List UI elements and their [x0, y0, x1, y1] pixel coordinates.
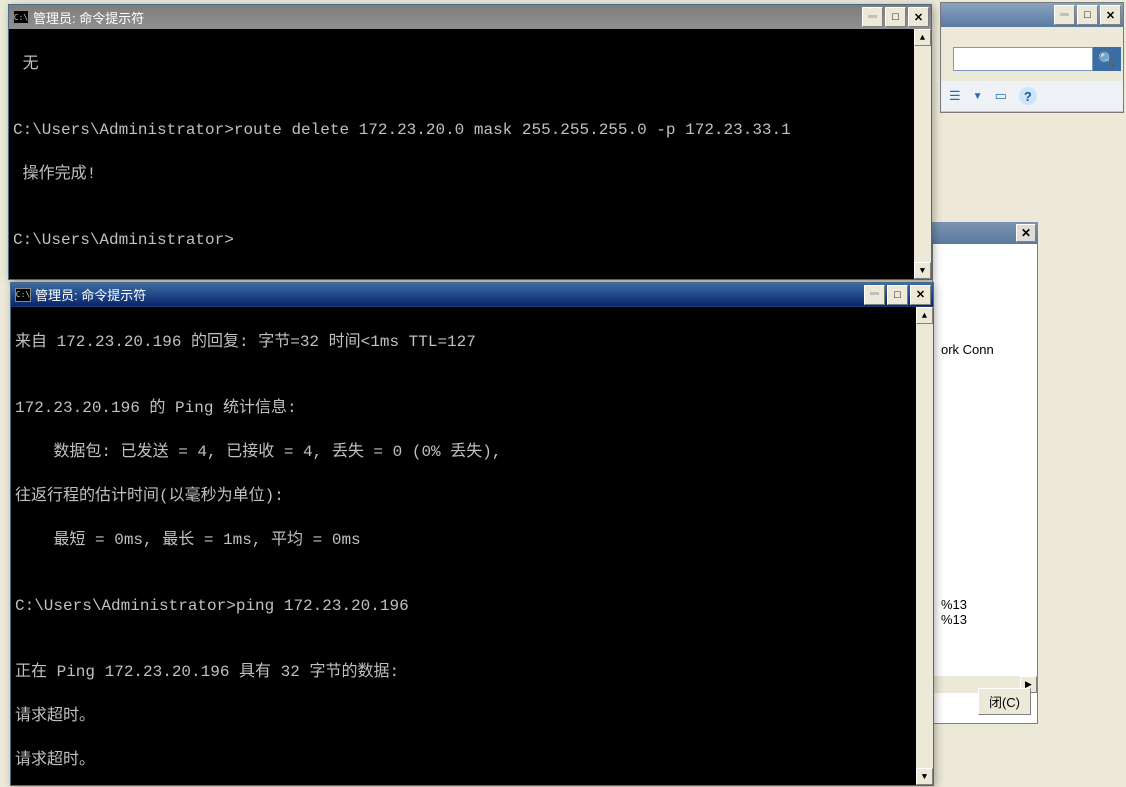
cmd2-titlebar[interactable]: C:\ 管理员: 命令提示符 □ ✕ — [11, 283, 933, 307]
cmd1-titlebar[interactable]: C:\ 管理员: 命令提示符 □ ✕ — [9, 5, 931, 29]
cmd2-line: C:\Users\Administrator>ping 172.23.20.19… — [15, 595, 915, 617]
cmd2-line: 请求超时。 — [15, 749, 915, 771]
cmd2-output: 来自 172.23.20.196 的回复: 字节=32 时间<1ms TTL=1… — [11, 307, 933, 785]
cmd2-line: 172.23.20.196 的 Ping 统计信息: — [15, 397, 915, 419]
view-icon[interactable]: ▭ — [995, 88, 1007, 104]
scrollbar-up-button[interactable]: ▲ — [914, 29, 931, 46]
cmd-icon: C:\ — [13, 10, 29, 24]
dialog-close-button[interactable]: ✕ — [1016, 224, 1036, 242]
cmd1-line: 操作完成! — [13, 163, 913, 185]
scrollbar-down-button[interactable]: ▼ — [914, 262, 931, 279]
minimize-button[interactable] — [1054, 5, 1075, 25]
cmd2-line: 往返行程的估计时间(以毫秒为单位): — [15, 485, 915, 507]
cmd2-line: 请求超时。 — [15, 705, 915, 727]
dialog-pct-1: %13 — [941, 597, 1029, 612]
cmd-window-2: C:\ 管理员: 命令提示符 □ ✕ 来自 172.23.20.196 的回复:… — [10, 282, 934, 786]
search-button[interactable]: 🔍 — [1093, 47, 1121, 71]
dialog-titlebar: ✕ — [932, 222, 1038, 244]
dialog-close-action-button[interactable]: 闭(C) — [978, 688, 1031, 715]
cmd2-line: 数据包: 已发送 = 4, 已接收 = 4, 丢失 = 0 (0% 丢失), — [15, 441, 915, 463]
organize-icon[interactable]: ☰ — [949, 88, 961, 104]
network-dialog: ✕ ork Conn %13 %13 ▶ 闭(C) — [932, 222, 1038, 724]
cmd2-scrollbar[interactable]: ▲ ▼ — [916, 307, 933, 785]
cmd1-output: 无 C:\Users\Administrator>route delete 17… — [9, 29, 931, 279]
search-icon: 🔍 — [1098, 51, 1115, 68]
toolbar: ☰ ▼ ▭ ? — [941, 81, 1123, 112]
cmd2-close-button[interactable]: ✕ — [910, 285, 931, 305]
cmd-icon: C:\ — [15, 288, 31, 302]
cmd2-line: 最短 = 0ms, 最长 = 1ms, 平均 = 0ms — [15, 529, 915, 551]
cmd1-line: C:\Users\Administrator> — [13, 229, 913, 251]
maximize-button[interactable]: □ — [1077, 5, 1098, 25]
help-icon[interactable]: ? — [1019, 87, 1037, 105]
cmd1-line: 无 — [13, 53, 913, 75]
scrollbar-down-button[interactable]: ▼ — [916, 768, 933, 785]
dialog-body: ork Conn %13 %13 ▶ 闭(C) — [932, 244, 1038, 724]
background-window: □ ✕ 🔍 ☰ ▼ ▭ ? — [940, 2, 1124, 113]
cmd1-close-button[interactable]: ✕ — [908, 7, 929, 27]
cmd1-title: 管理员: 命令提示符 — [33, 8, 862, 27]
cmd2-title: 管理员: 命令提示符 — [35, 285, 864, 304]
cmd2-line: 正在 Ping 172.23.20.196 具有 32 字节的数据: — [15, 661, 915, 683]
scrollbar-up-button[interactable]: ▲ — [916, 307, 933, 324]
cmd1-line: C:\Users\Administrator>route delete 172.… — [13, 119, 913, 141]
cmd-window-1: C:\ 管理员: 命令提示符 □ ✕ 无 C:\Users\Administra… — [8, 4, 932, 280]
dialog-text: ork Conn — [941, 342, 1029, 357]
close-button[interactable]: ✕ — [1100, 5, 1121, 25]
search-row: 🔍 — [943, 47, 1121, 71]
scrollbar-track[interactable] — [914, 46, 931, 262]
search-input[interactable] — [953, 47, 1093, 71]
cmd2-line: 来自 172.23.20.196 的回复: 字节=32 时间<1ms TTL=1… — [15, 331, 915, 353]
cmd2-maximize-button[interactable]: □ — [887, 285, 908, 305]
cmd1-maximize-button[interactable]: □ — [885, 7, 906, 27]
chevron-down-icon[interactable]: ▼ — [973, 91, 983, 102]
dialog-pct-2: %13 — [941, 612, 1029, 627]
cmd2-minimize-button[interactable] — [864, 285, 885, 305]
cmd1-scrollbar[interactable]: ▲ ▼ — [914, 29, 931, 279]
cmd1-minimize-button[interactable] — [862, 7, 883, 27]
scrollbar-track[interactable] — [916, 324, 933, 768]
bg-titlebar: □ ✕ — [941, 3, 1123, 27]
